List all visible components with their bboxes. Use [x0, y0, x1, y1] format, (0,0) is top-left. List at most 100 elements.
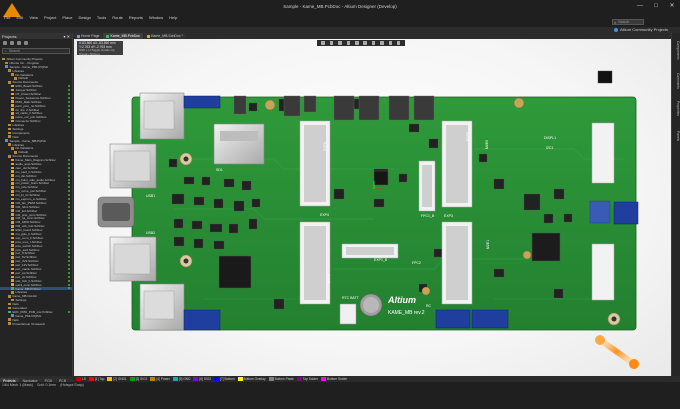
menu-project[interactable]: Project [42, 14, 58, 21]
schematic-icon [11, 271, 14, 275]
folder-icon [8, 135, 11, 139]
status-badge [68, 112, 70, 115]
schematic-icon [11, 224, 14, 228]
components-tab[interactable]: Components [673, 41, 680, 60]
properties-tab[interactable]: Properties [673, 101, 680, 116]
align-icon[interactable] [346, 41, 351, 45]
status-items: 1/64 Mech 1 (Mask) Grid: 0.1mm (Hotspot Sn… [2, 383, 84, 387]
schematic-icon [11, 158, 14, 162]
menu-view[interactable]: View [27, 14, 40, 21]
menu-design[interactable]: Design [76, 14, 92, 21]
schematic-icon [11, 201, 14, 205]
folder-icon [8, 302, 11, 306]
layer-tab[interactable]: [1] Top [88, 377, 104, 381]
silk-fpc2: FPC2 [412, 261, 421, 265]
boot-switch [597, 70, 613, 84]
menu-tools[interactable]: Tools [95, 14, 108, 21]
layer-tab[interactable]: [5] GND [172, 377, 190, 381]
panel-title: Projects [2, 33, 17, 39]
region-icon[interactable] [396, 41, 401, 45]
dimension-icon[interactable] [388, 41, 393, 45]
minimize-button[interactable]: — [636, 2, 644, 10]
layer-tab[interactable]: LS [76, 377, 86, 381]
layer-tab[interactable]: [4] Power [150, 377, 170, 381]
status-badge [68, 260, 70, 263]
layer-tab[interactable]: [3] SIG1 [129, 377, 147, 381]
silk-exp1b: EXP1_B [374, 258, 388, 262]
status-badge [68, 166, 70, 169]
place-via-icon[interactable] [371, 41, 376, 45]
home-icon [77, 34, 80, 38]
move-icon[interactable] [338, 41, 342, 45]
panel-menu-icon[interactable]: ▾ ✕ [64, 34, 70, 39]
schematic-icon [11, 228, 14, 232]
community-projects[interactable]: Altium Community Projects [614, 27, 668, 32]
save-icon[interactable] [3, 41, 7, 45]
pcb-icon [106, 34, 110, 38]
layer-tab[interactable]: [7] Bottom [214, 377, 235, 381]
main-ic-right [531, 232, 561, 262]
route-icon[interactable] [355, 41, 359, 45]
pcb-workspace[interactable]: Altium KAME_MB rev.2 EXP4 EXP3 EXP1_B FP… [74, 39, 671, 376]
projects-toolbar [0, 39, 72, 47]
folder-icon [8, 123, 11, 127]
search-input[interactable]: ⌕ Search [612, 19, 644, 25]
panels-tab[interactable]: Panels [673, 131, 680, 141]
layer-tab[interactable]: [6] SIG2 [193, 377, 211, 381]
folder-icon [8, 306, 11, 310]
layer-color-swatch [107, 377, 113, 381]
folder-icon [8, 294, 11, 298]
layer-tab[interactable]: [2] GND1 [107, 377, 127, 381]
menu-help[interactable]: Help [167, 14, 179, 21]
silk-exp3: EXP3 [444, 214, 453, 218]
community-icon [614, 27, 618, 32]
sd-card-slot [213, 123, 265, 165]
menu-route[interactable]: Route [110, 14, 125, 21]
status-badge [68, 271, 70, 274]
blue-header-bottom-left [183, 309, 221, 331]
tree-item[interactable]: ProjectGroup (Unsaved) [0, 322, 72, 325]
open-folder-icon[interactable] [17, 41, 21, 45]
layer-tab[interactable]: Bottom Solder [321, 377, 347, 381]
folder-icon [8, 131, 11, 135]
settings-icon[interactable] [24, 41, 28, 45]
altium-silk-logo: Altium [387, 295, 416, 305]
menu-file[interactable]: File [2, 14, 12, 21]
schematic-icon [11, 267, 14, 271]
pcb-3d-view[interactable]: Altium KAME_MB rev.2 EXP4 EXP3 EXP1_B FP… [74, 39, 671, 376]
status-badge [68, 186, 70, 189]
layer-tab[interactable]: Bottom Overlay [237, 377, 266, 381]
schematic-icon [11, 112, 14, 115]
projects-search-input[interactable]: ⌕ Search [2, 48, 70, 54]
projects-panel: Projects ▾ ✕ ⌕ Search Altium Community P… [0, 33, 73, 376]
document-tab-label: Kame_MB.SchDoc * [151, 34, 183, 38]
search-icon: ⌕ [614, 19, 617, 25]
schematic-icon [11, 240, 14, 244]
hud-hint: Shift + H Toggle Heads-Up Display Shift+… [79, 48, 115, 56]
filter-icon[interactable] [321, 41, 325, 45]
menu-reports[interactable]: Reports [127, 14, 145, 21]
folder-icon [8, 127, 11, 131]
layer-color-swatch [321, 377, 326, 381]
schematic-icon [11, 166, 14, 170]
refresh-icon[interactable] [10, 41, 14, 45]
layer-name: [7] Bottom [220, 377, 235, 381]
status-badge [68, 233, 70, 236]
menu-edit[interactable]: Edit [14, 14, 25, 21]
maximize-button[interactable]: □ [652, 2, 660, 10]
place-text-icon[interactable] [380, 41, 384, 45]
layer-tab[interactable]: Bottom Paste [268, 377, 294, 381]
close-button[interactable]: ✕ [668, 2, 676, 10]
layer-name: Bottom Solder [327, 377, 348, 381]
menu-window[interactable]: Window [147, 14, 165, 21]
coordinate-hud: X:83.860 dX:-83.860 mm Y:2.763 dY:-2.763… [77, 41, 123, 56]
status-badge [68, 240, 70, 243]
layer-tab[interactable]: Top Solder [296, 377, 318, 381]
schematic-icon [11, 221, 14, 224]
menu-place[interactable]: Place [60, 14, 74, 21]
schematic-icon [11, 193, 14, 197]
place-pad-icon[interactable] [363, 41, 367, 45]
comments-tab[interactable]: Comments [673, 73, 680, 89]
select-icon[interactable] [329, 41, 334, 45]
status-text: Grid: 0.1mm [36, 383, 57, 387]
